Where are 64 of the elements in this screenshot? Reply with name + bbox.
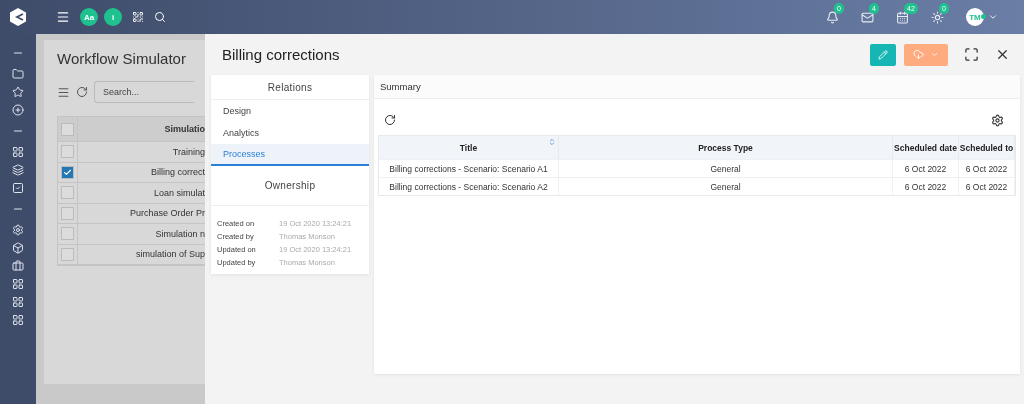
table-cell: 6 Oct 2022	[893, 159, 959, 177]
table-cell: Billing corrections - Scenario: Scenario A2	[379, 177, 559, 195]
checkbox-icon[interactable]	[12, 182, 24, 194]
table-cell-text: Billing correct	[150, 166, 205, 180]
column-header[interactable]: Scheduled to	[959, 136, 1015, 159]
logo-icon	[8, 7, 28, 27]
relation-tab[interactable]: Processes	[211, 144, 369, 166]
bell-icon[interactable]	[826, 10, 839, 24]
table-cell-text: simulation of Sup	[135, 248, 205, 262]
layers-icon[interactable]	[12, 164, 24, 176]
table-cell-text: Training	[172, 145, 205, 159]
table-cell-text: Simulation n	[155, 227, 205, 241]
fullscreen-button[interactable]	[964, 47, 979, 62]
chevron-icon	[930, 50, 939, 59]
table-cell: General	[559, 177, 893, 195]
search-field[interactable]: Search...	[94, 81, 194, 103]
qr-code-icon[interactable]	[132, 11, 144, 23]
checkbox[interactable]	[61, 165, 74, 179]
grid-icon[interactable]	[12, 296, 24, 308]
table-cell: 6 Oct 2022	[893, 177, 959, 195]
column-header[interactable]: Scheduled date	[893, 136, 959, 159]
menu-icon[interactable]	[56, 10, 70, 24]
settings-icon[interactable]	[991, 113, 1004, 127]
grid-icon[interactable]	[12, 146, 24, 158]
star-icon[interactable]	[12, 86, 24, 98]
section-heading: Ownership	[211, 166, 369, 206]
cloud-download-icon	[913, 49, 924, 60]
checkbox[interactable]	[61, 206, 74, 220]
drawer-title: Billing corrections	[221, 46, 341, 63]
mail-icon[interactable]	[861, 10, 874, 24]
table-cell: General	[559, 159, 893, 177]
table-cell-text: Purchase Order Pr	[129, 207, 205, 221]
column-header[interactable]: Process Type	[559, 136, 893, 159]
checkbox[interactable]	[61, 227, 74, 241]
chevron-icon[interactable]	[988, 12, 998, 22]
column-header: Simulatio	[164, 123, 205, 136]
sun-icon[interactable]	[931, 10, 944, 24]
grid-icon[interactable]	[12, 314, 24, 326]
table-cell-text: Loan simulat	[153, 186, 205, 200]
list-icon[interactable]	[57, 85, 70, 99]
grid-icon[interactable]	[12, 278, 24, 290]
plus-circle-icon[interactable]	[12, 104, 24, 116]
relation-tab[interactable]: Design	[211, 100, 369, 122]
refresh-icon[interactable]	[76, 86, 88, 98]
checkbox[interactable]	[61, 247, 74, 261]
table-cell: 6 Oct 2022	[959, 177, 1015, 195]
briefcase-icon[interactable]	[12, 260, 24, 272]
table-cell: Billing corrections - Scenario: Scenario A1	[379, 159, 559, 177]
checkbox[interactable]	[61, 186, 74, 200]
relation-tab[interactable]: Analytics	[211, 122, 369, 144]
close-button[interactable]	[995, 47, 1010, 62]
folder-icon[interactable]	[12, 68, 24, 80]
calendar-icon[interactable]	[896, 10, 909, 24]
search-icon[interactable]	[154, 11, 166, 23]
refresh-icon[interactable]	[384, 114, 396, 126]
column-header[interactable]: Title	[379, 136, 559, 159]
cube-icon[interactable]	[12, 242, 24, 254]
check-icon	[63, 167, 72, 177]
page-title: Workflow Simulator	[57, 50, 187, 67]
panel-title: Summary	[374, 75, 1020, 99]
table-cell: 6 Oct 2022	[959, 159, 1015, 177]
pencil-icon	[878, 49, 888, 60]
checkbox[interactable]	[61, 122, 74, 136]
checkbox[interactable]	[61, 145, 74, 159]
